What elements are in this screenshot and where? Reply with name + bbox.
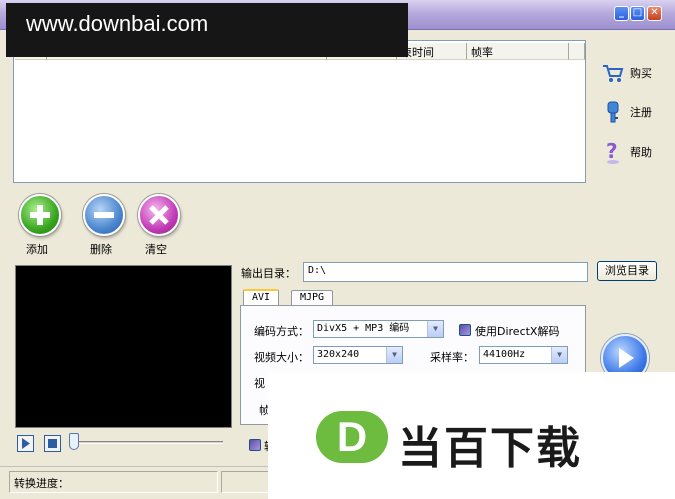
help-button[interactable]: ? 帮助 xyxy=(602,140,652,164)
play-button[interactable] xyxy=(17,435,34,452)
delete-button[interactable] xyxy=(83,194,125,236)
output-dir-input[interactable]: D:\ xyxy=(303,262,588,282)
stop-icon xyxy=(48,439,57,448)
maximize-button[interactable]: □ xyxy=(630,6,645,21)
cart-icon xyxy=(603,65,624,82)
chevron-down-icon[interactable]: ▼ xyxy=(386,347,402,363)
seek-slider-thumb[interactable] xyxy=(69,433,79,450)
codec-value: DivX5 + MP3 编码 xyxy=(317,323,410,334)
browse-button[interactable]: 浏览目录 xyxy=(597,261,657,281)
close-button[interactable]: ✕ xyxy=(647,6,662,21)
column-header-frame-rate[interactable]: 帧率 xyxy=(467,43,569,60)
status-cell-2 xyxy=(221,471,271,493)
chevron-down-icon[interactable]: ▼ xyxy=(427,321,443,337)
register-button[interactable]: 注册 xyxy=(602,100,652,124)
video-preview xyxy=(15,265,232,428)
codec-select[interactable]: DivX5 + MP3 编码 ▼ xyxy=(313,320,444,338)
directx-label: 使用DirectX解码 xyxy=(475,325,560,338)
watermark-text: 当百下载 xyxy=(398,423,582,474)
stop-button[interactable] xyxy=(44,435,61,452)
progress-label: 转换进度： xyxy=(14,477,69,490)
clear-label: 清空 xyxy=(145,243,167,256)
sample-rate-value: 44100Hz xyxy=(483,349,526,360)
directx-checkbox[interactable] xyxy=(459,324,471,336)
help-label: 帮助 xyxy=(630,146,652,159)
buy-button[interactable]: 购买 xyxy=(602,61,652,85)
play-icon xyxy=(619,348,634,368)
output-dir-label: 输出目录： xyxy=(241,267,296,280)
video-size-select[interactable]: 320x240 ▼ xyxy=(313,346,403,364)
column-header-filler xyxy=(569,43,585,60)
partial-label-video: 视 xyxy=(254,377,265,390)
convert-option-checkbox[interactable] xyxy=(249,439,261,451)
plus-icon xyxy=(30,205,50,225)
sample-rate-select[interactable]: 44100Hz ▼ xyxy=(479,346,568,364)
codec-label: 编码方式： xyxy=(254,325,309,338)
watermark-logo-overlay: D 当百下载 xyxy=(268,372,675,499)
tab-mjpg[interactable]: MJPG xyxy=(291,290,334,305)
buy-label: 购买 xyxy=(630,67,652,80)
delete-label: 删除 xyxy=(90,243,112,256)
minimize-button[interactable]: _ xyxy=(614,6,629,21)
play-icon xyxy=(22,438,30,449)
help-icon: ? xyxy=(606,140,619,164)
seek-track[interactable] xyxy=(75,441,223,444)
tab-avi[interactable]: AVI xyxy=(243,289,280,306)
x-icon xyxy=(149,205,169,225)
watermark-logo: D xyxy=(316,411,388,463)
progress-status: 转换进度： xyxy=(9,471,218,493)
sample-rate-label: 采样率： xyxy=(430,351,474,364)
watermark-banner: www.downbai.com xyxy=(6,3,408,57)
svg-text:?: ? xyxy=(606,140,618,163)
video-size-value: 320x240 xyxy=(317,349,360,360)
add-label: 添加 xyxy=(26,243,48,256)
chevron-down-icon[interactable]: ▼ xyxy=(551,347,567,363)
file-list[interactable]: 束时间 帧率 xyxy=(13,40,586,183)
video-size-label: 视频大小： xyxy=(254,351,309,364)
add-button[interactable] xyxy=(19,194,61,236)
register-label: 注册 xyxy=(630,106,652,119)
clear-button[interactable] xyxy=(138,194,180,236)
key-icon xyxy=(607,101,619,123)
minus-icon xyxy=(94,212,114,218)
